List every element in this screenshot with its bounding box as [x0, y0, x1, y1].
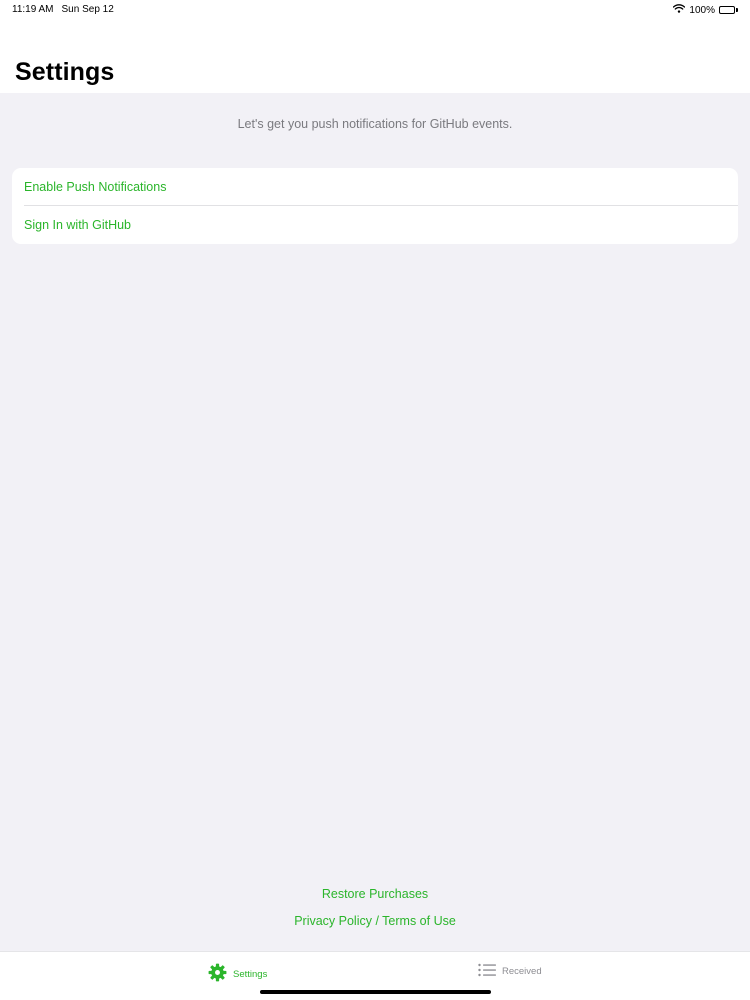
status-left: 11:19 AM Sun Sep 12	[12, 4, 114, 15]
battery-icon	[719, 6, 735, 14]
list-icon	[478, 963, 496, 980]
status-time: 11:19 AM	[12, 4, 54, 15]
nav-header: Settings	[0, 22, 750, 93]
privacy-terms-link[interactable]: Privacy Policy / Terms of Use	[0, 914, 750, 928]
status-date: Sun Sep 12	[61, 4, 114, 15]
battery-percent: 100%	[689, 4, 715, 16]
wifi-icon	[673, 4, 686, 16]
status-right: 100%	[673, 4, 738, 16]
tab-settings-label: Settings	[233, 968, 268, 980]
restore-purchases-link[interactable]: Restore Purchases	[0, 887, 750, 901]
status-bar: 11:19 AM Sun Sep 12 100%	[0, 0, 750, 22]
page-title: Settings	[15, 58, 115, 86]
option-divider	[24, 205, 738, 206]
sign-in-with-github-button[interactable]: Sign In with GitHub	[12, 206, 738, 244]
gear-icon	[208, 963, 227, 985]
tab-settings[interactable]: Settings	[208, 963, 267, 985]
tab-received[interactable]: Received	[478, 963, 542, 980]
intro-text: Let's get you push notifications for Git…	[237, 117, 513, 131]
home-indicator	[260, 990, 491, 994]
tab-received-label: Received	[502, 966, 542, 977]
options-card: Enable Push Notifications Sign In with G…	[12, 168, 738, 244]
enable-push-notifications-button[interactable]: Enable Push Notifications	[12, 168, 738, 206]
battery-cap	[736, 8, 738, 12]
